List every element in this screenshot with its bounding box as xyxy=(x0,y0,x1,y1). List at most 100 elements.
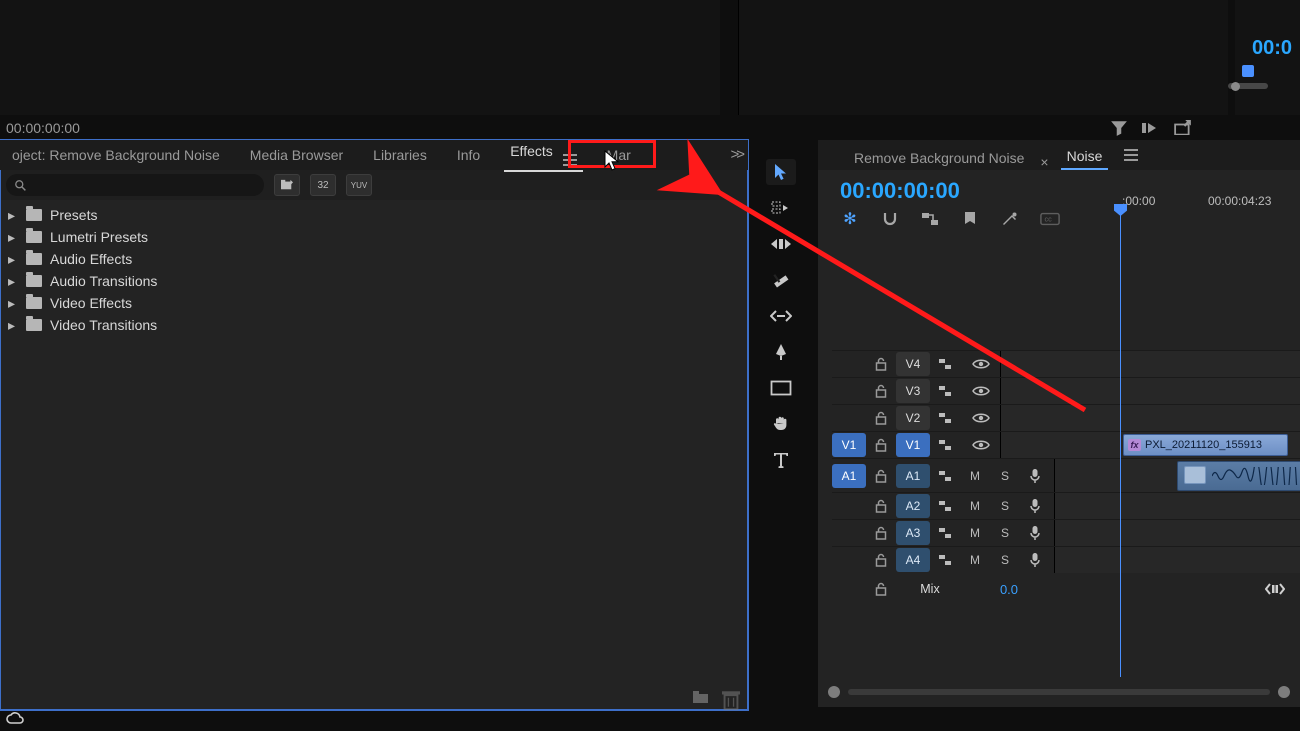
source-monitor[interactable] xyxy=(0,0,720,115)
track-target[interactable]: A1 xyxy=(896,464,930,488)
track-source[interactable] xyxy=(832,379,866,403)
yuv-filter-icon[interactable]: YUV xyxy=(346,174,372,196)
eye-icon[interactable] xyxy=(966,385,996,397)
mix-value[interactable]: 0.0 xyxy=(964,582,1054,597)
sync-lock-icon[interactable] xyxy=(930,500,960,512)
track-source[interactable]: V1 xyxy=(832,433,866,457)
tree-item[interactable]: ▸Audio Transitions xyxy=(0,270,748,292)
voiceover-icon[interactable] xyxy=(1020,498,1050,514)
lock-icon[interactable] xyxy=(866,499,896,513)
sync-lock-icon[interactable] xyxy=(930,439,960,451)
ripple-edit-tool[interactable] xyxy=(766,231,796,257)
export-frame-icon[interactable] xyxy=(1174,121,1192,135)
settings-icon[interactable] xyxy=(1000,210,1020,228)
tree-item[interactable]: ▸Presets xyxy=(0,204,748,226)
playhead[interactable] xyxy=(1120,212,1121,677)
tree-item[interactable]: ▸Lumetri Presets xyxy=(0,226,748,248)
tab-libraries[interactable]: Libraries xyxy=(367,143,433,167)
tab-project[interactable]: oject: Remove Background Noise xyxy=(6,143,226,167)
sync-lock-icon[interactable] xyxy=(930,470,960,482)
effects-search-input[interactable] xyxy=(6,174,264,196)
mute-button[interactable]: M xyxy=(960,526,990,540)
track-source[interactable] xyxy=(832,494,866,518)
track-target[interactable]: V2 xyxy=(896,406,930,430)
insert-overwrite-icon[interactable]: ✻ xyxy=(840,210,860,228)
eye-icon[interactable] xyxy=(966,412,996,424)
lock-icon[interactable] xyxy=(866,582,896,596)
marker-icon[interactable] xyxy=(960,210,980,228)
sync-lock-icon[interactable] xyxy=(930,358,960,370)
slip-tool[interactable] xyxy=(766,303,796,329)
solo-button[interactable]: S xyxy=(990,499,1020,513)
solo-button[interactable]: S xyxy=(990,469,1020,483)
program-monitor[interactable] xyxy=(738,0,1228,115)
close-icon[interactable]: × xyxy=(1040,154,1048,170)
pen-tool[interactable] xyxy=(766,339,796,365)
track-lane[interactable] xyxy=(1054,520,1300,546)
track-target[interactable]: A2 xyxy=(896,494,930,518)
zoom-knob-right[interactable] xyxy=(1278,686,1290,698)
linked-selection-icon[interactable] xyxy=(920,210,940,228)
tree-item[interactable]: ▸Audio Effects xyxy=(0,248,748,270)
sync-lock-icon[interactable] xyxy=(930,412,960,424)
program-scrub-marker[interactable] xyxy=(1228,65,1268,89)
lock-icon[interactable] xyxy=(866,553,896,567)
track-source[interactable] xyxy=(832,352,866,376)
type-tool[interactable] xyxy=(766,447,796,473)
voiceover-icon[interactable] xyxy=(1020,552,1050,568)
track-target[interactable]: V4 xyxy=(896,352,930,376)
sync-lock-icon[interactable] xyxy=(930,527,960,539)
expand-audio-icon[interactable] xyxy=(1264,583,1286,595)
captions-icon[interactable]: cc xyxy=(1040,210,1060,228)
track-lane[interactable] xyxy=(1054,493,1300,519)
solo-button[interactable]: S xyxy=(990,526,1020,540)
lock-icon[interactable] xyxy=(866,526,896,540)
rectangle-tool[interactable] xyxy=(766,375,796,401)
track-lane[interactable] xyxy=(1000,405,1300,431)
tree-item[interactable]: ▸Video Effects xyxy=(0,292,748,314)
tabs-overflow-icon[interactable]: >> xyxy=(730,146,742,163)
track-lane[interactable] xyxy=(1000,378,1300,404)
tab-effects[interactable]: Effects xyxy=(504,139,582,172)
track-lane-v1[interactable]: fx PXL_20211120_155913 xyxy=(1000,432,1300,458)
razor-tool[interactable] xyxy=(766,267,796,293)
snap-icon[interactable] xyxy=(880,210,900,228)
lock-icon[interactable] xyxy=(866,438,896,452)
sync-lock-icon[interactable] xyxy=(930,385,960,397)
32bit-filter-icon[interactable]: 32 xyxy=(310,174,336,196)
lock-icon[interactable] xyxy=(866,411,896,425)
track-source[interactable] xyxy=(832,521,866,545)
trash-icon[interactable] xyxy=(722,690,740,706)
solo-button[interactable]: S xyxy=(990,553,1020,567)
track-lane[interactable] xyxy=(1054,547,1300,573)
hand-tool[interactable] xyxy=(766,411,796,437)
tab-info[interactable]: Info xyxy=(451,143,486,167)
new-folder-icon[interactable] xyxy=(692,690,710,706)
track-target[interactable]: A3 xyxy=(896,521,930,545)
track-select-tool[interactable] xyxy=(766,195,796,221)
track-target[interactable]: V3 xyxy=(896,379,930,403)
timeline-tab-sequence[interactable]: Remove Background Noise xyxy=(848,146,1030,170)
panel-menu-icon[interactable] xyxy=(563,154,577,166)
source-timecode[interactable]: 00:00:00:00 xyxy=(6,120,80,136)
track-lane-a1[interactable] xyxy=(1054,459,1300,492)
zoom-knob-left[interactable] xyxy=(828,686,840,698)
track-lane[interactable] xyxy=(1000,351,1300,377)
track-source[interactable] xyxy=(832,548,866,572)
lock-icon[interactable] xyxy=(866,384,896,398)
track-target[interactable]: V1 xyxy=(896,433,930,457)
lock-icon[interactable] xyxy=(866,469,896,483)
zoom-track[interactable] xyxy=(848,689,1270,695)
voiceover-icon[interactable] xyxy=(1020,468,1050,484)
voiceover-icon[interactable] xyxy=(1020,525,1050,541)
mute-button[interactable]: M xyxy=(960,469,990,483)
track-source[interactable] xyxy=(832,406,866,430)
sync-lock-icon[interactable] xyxy=(930,554,960,566)
mute-button[interactable]: M xyxy=(960,499,990,513)
filter-icon[interactable] xyxy=(1110,121,1128,135)
tab-media-browser[interactable]: Media Browser xyxy=(244,143,349,167)
timeline-ruler[interactable]: :00:00 00:00:04:23 xyxy=(1118,194,1300,220)
program-timecode[interactable]: 00:0 xyxy=(1252,37,1292,60)
audio-clip[interactable] xyxy=(1177,461,1300,491)
timeline-tab-noise[interactable]: Noise xyxy=(1061,144,1109,170)
